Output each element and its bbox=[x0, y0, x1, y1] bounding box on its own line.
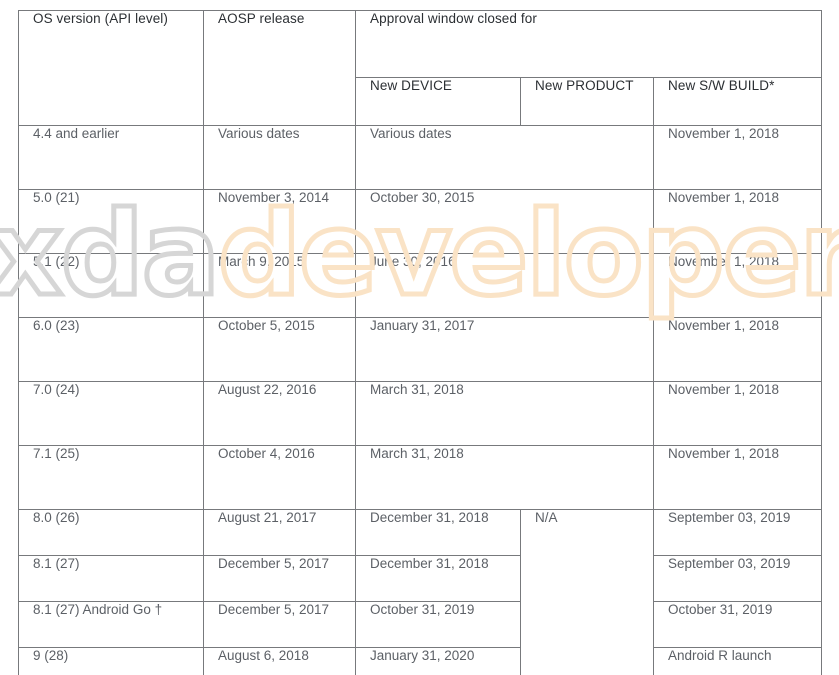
cell-new-device: October 30, 2015 bbox=[355, 189, 654, 254]
table-row: 8.0 (26) August 21, 2017 December 31, 20… bbox=[18, 509, 822, 675]
cell-new-sw-build: November 1, 2018 bbox=[653, 317, 822, 382]
cell-new-device: December 31, 2018 bbox=[355, 509, 521, 556]
table-row: 5.1 (22) March 9, 2015 June 30, 2016 Nov… bbox=[18, 253, 822, 318]
cell-os-version: 6.0 (23) bbox=[18, 317, 204, 382]
cell-new-sw-build: September 03, 2019 bbox=[653, 555, 822, 602]
cell-aosp-release: October 5, 2015 bbox=[203, 317, 356, 382]
cell-new-device: October 31, 2019 bbox=[355, 601, 521, 648]
header-os-version: OS version (API level) bbox=[18, 10, 204, 126]
cell-aosp-release: November 3, 2014 bbox=[203, 189, 356, 254]
cell-os-version: 8.1 (27) Android Go † bbox=[18, 601, 204, 648]
cell-os-version: 4.4 and earlier bbox=[18, 125, 204, 190]
cell-aosp-release: October 4, 2016 bbox=[203, 445, 356, 510]
cell-new-device: Various dates bbox=[355, 125, 654, 190]
cell-new-device: March 31, 2018 bbox=[355, 445, 654, 510]
cell-new-sw-build: October 31, 2019 bbox=[653, 601, 822, 648]
cell-os-version: 5.1 (22) bbox=[18, 253, 204, 318]
header-approval-window-group: Approval window closed for bbox=[355, 10, 822, 78]
page-root: xdadevelopers OS version (API level) AOS… bbox=[0, 0, 839, 675]
cell-os-version: 9 (28) bbox=[18, 647, 204, 675]
table-row: 7.1 (25) October 4, 2016 March 31, 2018 … bbox=[18, 445, 822, 510]
cell-new-product-merged: N/A bbox=[520, 509, 654, 675]
cell-aosp-release: August 6, 2018 bbox=[203, 647, 356, 675]
header-new-device: New DEVICE bbox=[355, 77, 521, 126]
cell-new-sw-build: November 1, 2018 bbox=[653, 125, 822, 190]
android-approval-window-table-container: OS version (API level) AOSP release Appr… bbox=[18, 10, 822, 675]
cell-new-device: June 30, 2016 bbox=[355, 253, 654, 318]
table-header-row-primary: OS version (API level) AOSP release Appr… bbox=[18, 10, 822, 126]
table-row: 5.0 (21) November 3, 2014 October 30, 20… bbox=[18, 189, 822, 254]
android-approval-window-table: OS version (API level) AOSP release Appr… bbox=[18, 10, 822, 675]
table-row: 8.1 (27) December 5, 2017 December 31, 2… bbox=[18, 555, 822, 602]
cell-os-version: 7.0 (24) bbox=[18, 381, 204, 446]
cell-new-sw-build: Android R launch bbox=[653, 647, 822, 675]
cell-new-device: January 31, 2017 bbox=[355, 317, 654, 382]
cell-aosp-release: March 9, 2015 bbox=[203, 253, 356, 318]
cell-new-sw-build: November 1, 2018 bbox=[653, 253, 822, 318]
cell-new-device: December 31, 2018 bbox=[355, 555, 521, 602]
cell-os-version: 8.0 (26) bbox=[18, 509, 204, 556]
table-row: 7.0 (24) August 22, 2016 March 31, 2018 … bbox=[18, 381, 822, 446]
cell-new-sw-build: November 1, 2018 bbox=[653, 189, 822, 254]
table-row: 6.0 (23) October 5, 2015 January 31, 201… bbox=[18, 317, 822, 382]
table-header: OS version (API level) AOSP release Appr… bbox=[18, 10, 822, 126]
cell-os-version: 7.1 (25) bbox=[18, 445, 204, 510]
cell-os-version: 5.0 (21) bbox=[18, 189, 204, 254]
cell-new-sw-build: November 1, 2018 bbox=[653, 381, 822, 446]
cell-new-sw-build: September 03, 2019 bbox=[653, 509, 822, 556]
cell-aosp-release: December 5, 2017 bbox=[203, 601, 356, 648]
table-row: 4.4 and earlier Various dates Various da… bbox=[18, 125, 822, 190]
cell-aosp-release: August 22, 2016 bbox=[203, 381, 356, 446]
cell-new-sw-build: November 1, 2018 bbox=[653, 445, 822, 510]
table-row: 9 (28) August 6, 2018 January 31, 2020 A… bbox=[18, 647, 822, 675]
cell-aosp-release: Various dates bbox=[203, 125, 356, 190]
table-row: 8.1 (27) Android Go † December 5, 2017 O… bbox=[18, 601, 822, 648]
cell-new-device: March 31, 2018 bbox=[355, 381, 654, 446]
table-body: 4.4 and earlier Various dates Various da… bbox=[18, 125, 822, 675]
cell-os-version: 8.1 (27) bbox=[18, 555, 204, 602]
cell-aosp-release: December 5, 2017 bbox=[203, 555, 356, 602]
header-new-sw-build: New S/W BUILD* bbox=[653, 77, 822, 126]
header-new-product: New PRODUCT bbox=[520, 77, 654, 126]
header-aosp-release: AOSP release bbox=[203, 10, 356, 126]
cell-new-device: January 31, 2020 bbox=[355, 647, 521, 675]
cell-aosp-release: August 21, 2017 bbox=[203, 509, 356, 556]
